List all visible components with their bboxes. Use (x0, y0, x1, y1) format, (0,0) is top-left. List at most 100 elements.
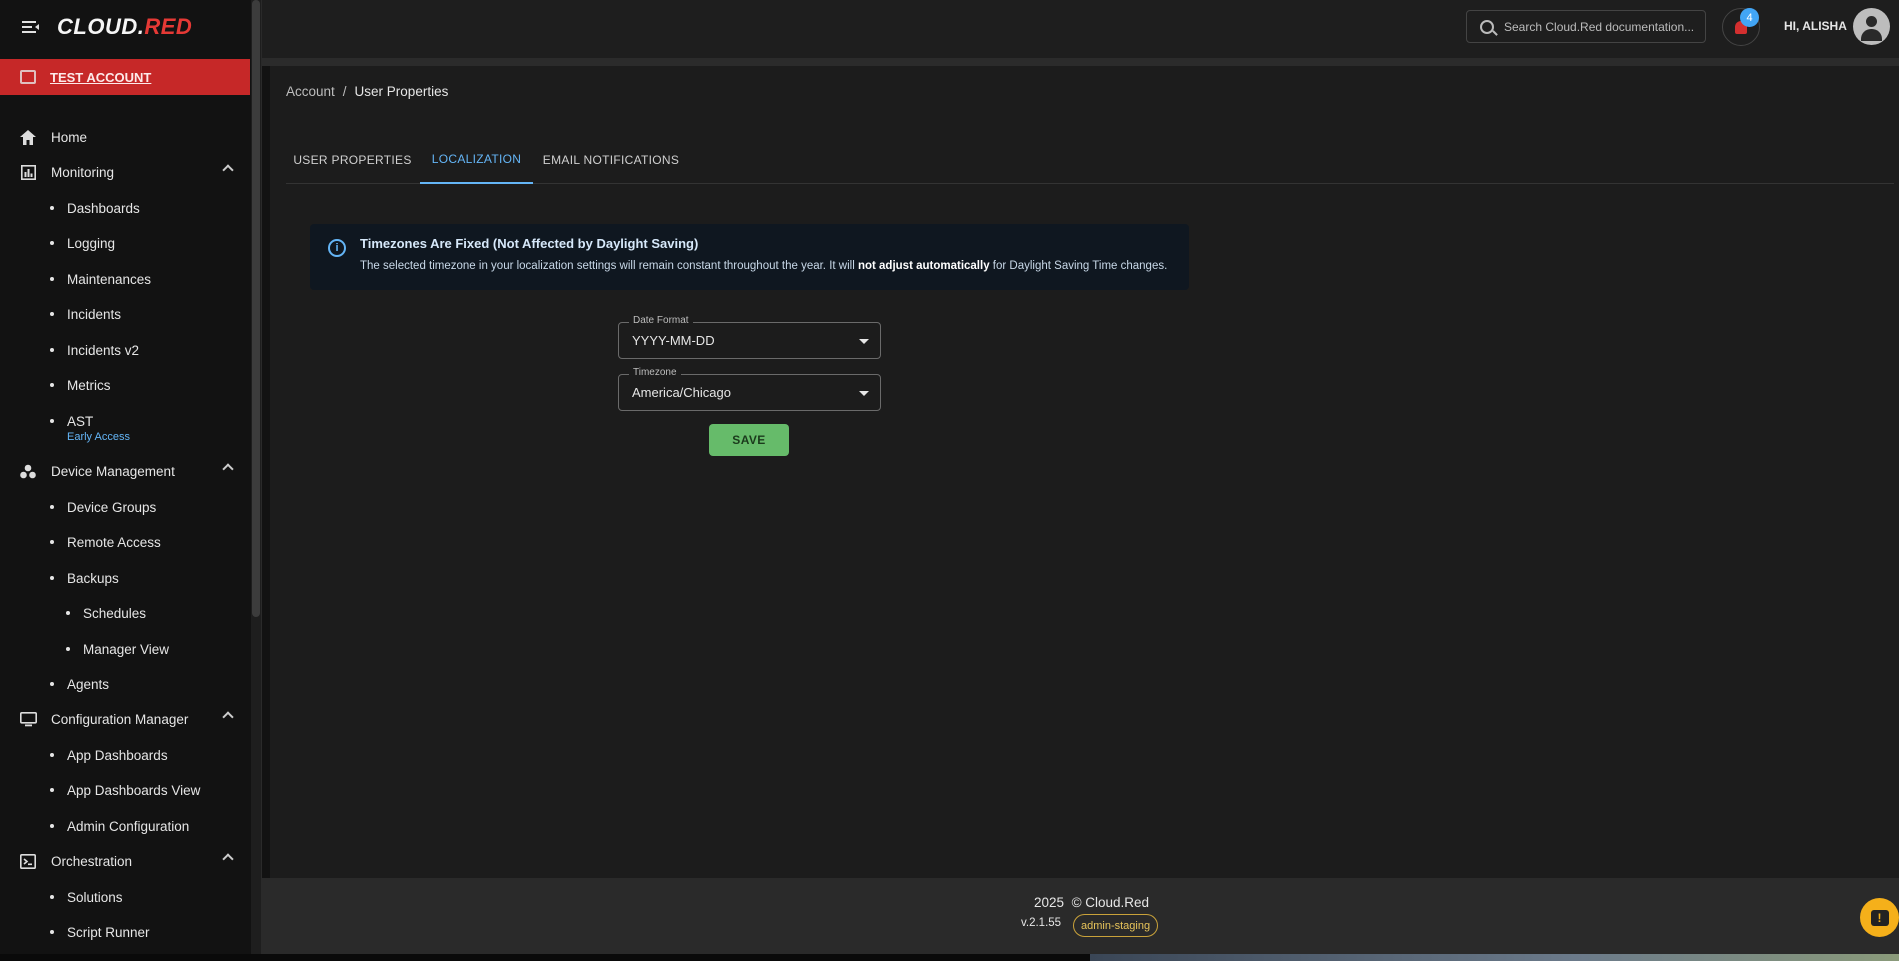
nav-logging[interactable]: Logging (50, 228, 252, 258)
nav-manager-view[interactable]: Manager View (66, 634, 246, 664)
nav-admin-configuration[interactable]: Admin Configuration (50, 811, 252, 841)
search-icon (1480, 19, 1494, 34)
nav-device-groups-label: Device Groups (67, 499, 157, 515)
nav-remote-access-label: Remote Access (67, 534, 161, 550)
nav-manager-view-label: Manager View (83, 641, 170, 657)
nav-incidents[interactable]: Incidents (50, 299, 252, 329)
cloud-red-logo[interactable]: CLOUD.RED (57, 14, 192, 40)
account-switcher[interactable]: TEST ACCOUNT (0, 59, 250, 95)
info-message: The selected timezone in your localizati… (360, 260, 1167, 272)
timezone-info-alert: i Timezones Are Fixed (Not Affected by D… (310, 224, 1189, 290)
account-icon (20, 70, 36, 84)
breadcrumb-separator: / (342, 84, 347, 99)
footer-brand: © Cloud.Red (1071, 895, 1150, 910)
search-box[interactable] (1466, 10, 1706, 43)
nav-device-management[interactable]: Device Management (0, 456, 252, 486)
sidebar: CLOUD.RED TEST ACCOUNT Home Monitoring D… (0, 0, 252, 954)
nav-schedules[interactable]: Schedules (66, 598, 246, 628)
info-text-after: for Daylight Saving Time changes. (989, 260, 1168, 272)
environment-badge: admin-staging (1073, 914, 1159, 937)
nav-backups-label: Backups (67, 570, 119, 586)
chevron-up-icon[interactable] (222, 463, 234, 475)
date-format-select[interactable]: Date Format YYYY-MM-DD (618, 315, 881, 359)
breadcrumb-current: User Properties (354, 84, 449, 99)
nav-maintenances[interactable]: Maintenances (50, 264, 252, 294)
nav-device-management-label: Device Management (51, 463, 175, 479)
timezone-label: Timezone (629, 367, 681, 378)
tab-user-properties[interactable]: USER PROPERTIES (286, 136, 419, 184)
nav-backups[interactable]: Backups (50, 563, 252, 593)
chevron-up-icon[interactable] (222, 711, 234, 723)
nav-orchestration[interactable]: Orchestration (0, 846, 252, 876)
dropdown-arrow-icon[interactable] (859, 339, 869, 344)
nav-metrics[interactable]: Metrics (50, 370, 252, 400)
user-icon (1866, 16, 1877, 27)
user-greeting[interactable]: HI, ALISHA (1784, 19, 1847, 33)
nav-metrics-label: Metrics (67, 377, 111, 393)
info-text-bold: not adjust automatically (857, 260, 990, 272)
nav-incidents-v2-label: Incidents v2 (67, 342, 140, 358)
bullet-icon (50, 540, 54, 544)
info-title: Timezones Are Fixed (Not Affected by Day… (360, 236, 699, 251)
info-icon: i (328, 239, 346, 257)
date-format-label: Date Format (629, 315, 693, 326)
nav-app-dashboards-view-label: App Dashboards View (67, 782, 201, 798)
bullet-icon (50, 277, 54, 281)
account-name[interactable]: TEST ACCOUNT (50, 70, 151, 85)
bullet-icon (50, 241, 54, 245)
terminal-icon (19, 852, 37, 870)
app-version: v.2.1.55 (1021, 917, 1062, 929)
bullet-icon (50, 348, 54, 352)
footer: 2025 © Cloud.Red v.2.1.55 admin-staging (262, 878, 1899, 954)
nav-monitoring[interactable]: Monitoring (0, 157, 252, 187)
nav-dashboards[interactable]: Dashboards (50, 193, 252, 223)
tab-localization[interactable]: LOCALIZATION (420, 136, 533, 184)
nav-configuration-manager[interactable]: Configuration Manager (0, 704, 252, 734)
date-format-value: YYYY-MM-DD (632, 333, 715, 348)
header-divider (262, 58, 1899, 66)
chart-icon (19, 163, 37, 181)
dropdown-arrow-icon[interactable] (859, 391, 869, 396)
chevron-up-icon[interactable] (222, 853, 234, 865)
nav-configuration-manager-label: Configuration Manager (51, 711, 189, 727)
avatar[interactable] (1853, 8, 1890, 45)
notification-count-badge: 4 (1740, 8, 1759, 27)
nav-app-dashboards[interactable]: App Dashboards (50, 740, 252, 770)
bullet-icon (50, 312, 54, 316)
breadcrumb-account[interactable]: Account (286, 84, 335, 99)
nav-home[interactable]: Home (0, 122, 252, 152)
nav-monitoring-label: Monitoring (51, 164, 115, 180)
chevron-up-icon[interactable] (222, 164, 234, 176)
timezone-select[interactable]: Timezone America/Chicago (618, 367, 881, 411)
feedback-icon: ! (1870, 909, 1889, 926)
early-access-badge: Early Access (67, 431, 130, 443)
bullet-icon (50, 788, 54, 792)
nav-remote-access[interactable]: Remote Access (50, 527, 252, 557)
sidebar-scrollbar-thumb[interactable] (252, 0, 260, 617)
background-image-strip (1090, 954, 1899, 961)
save-button[interactable]: SAVE (709, 424, 789, 456)
logo-row: CLOUD.RED (0, 0, 252, 54)
tab-email-notifications[interactable]: EMAIL NOTIFICATIONS (533, 136, 689, 184)
nav-script-runner[interactable]: Script Runner (50, 917, 252, 947)
nav-device-groups[interactable]: Device Groups (50, 492, 252, 522)
info-text-before: The selected timezone in your localizati… (360, 260, 858, 272)
nav-app-dashboards-view[interactable]: App Dashboards View (50, 775, 252, 805)
nav-incidents-v2[interactable]: Incidents v2 (50, 335, 252, 365)
nav-logging-label: Logging (67, 235, 116, 251)
bullet-icon (50, 930, 54, 934)
nav-solutions[interactable]: Solutions (50, 882, 252, 912)
nav-agents-label: Agents (67, 676, 110, 692)
search-input[interactable] (1504, 19, 1694, 34)
footer-copyright: 2025 © Cloud.Red (1034, 895, 1149, 910)
home-icon (19, 128, 37, 146)
nav-admin-configuration-label: Admin Configuration (67, 818, 190, 834)
sidebar-scrollbar[interactable] (251, 0, 261, 954)
timezone-value: America/Chicago (632, 385, 731, 400)
nav-agents[interactable]: Agents (50, 669, 252, 699)
bullet-icon (50, 824, 54, 828)
menu-collapse-icon[interactable] (22, 18, 40, 36)
bullet-icon (66, 611, 70, 615)
feedback-button[interactable]: ! (1860, 898, 1899, 937)
bullet-icon (50, 206, 54, 210)
